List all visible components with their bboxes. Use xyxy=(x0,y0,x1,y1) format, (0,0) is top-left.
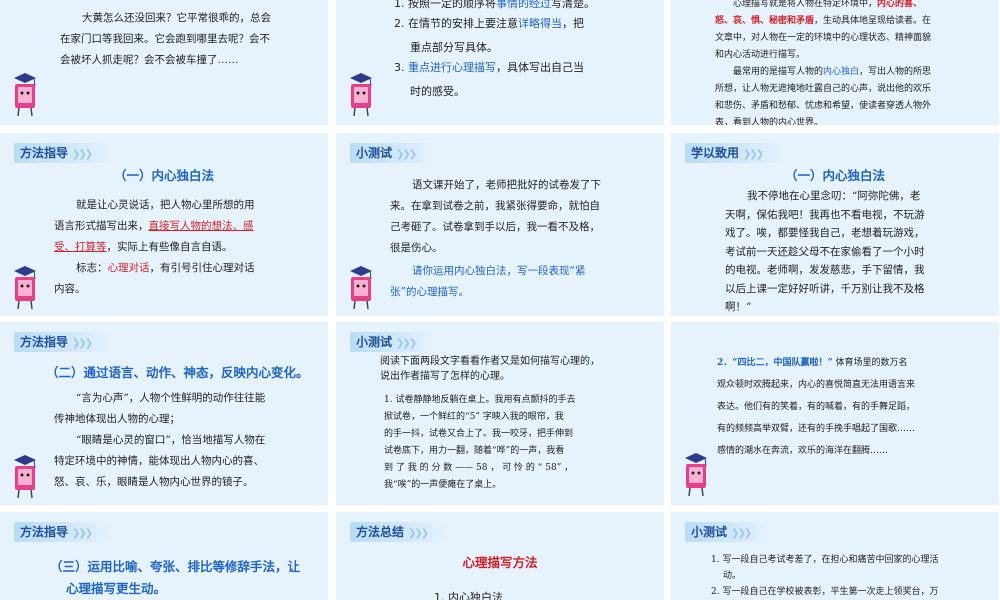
slide-8-text: 1. 试卷静静地反躺在桌上。我用有点颤抖的手去 掀试卷，一个鲜红的“5” 字映入… xyxy=(384,395,576,490)
slide-11[interactable]: 方法总结 ❯❯❯ 心理描写方法 1. 内心独白法 xyxy=(336,512,664,600)
slide-6-text: 我不停地在心里念叨：“阿弥陀佛，老 天啊，保佑我吧！我再也不看电视，不玩游 戏了… xyxy=(725,190,925,313)
slide-2[interactable]: 1. 按照一定的顺序将事情的经过写清楚。 2. 在情节的安排上要注意详略得当，把… xyxy=(336,0,664,125)
book-mascot-icon xyxy=(685,453,707,497)
text-line: 在家门口等我回来。它会跑到哪里去呢？会不 xyxy=(60,33,270,45)
slide-8[interactable]: 小测试 ❯❯❯ 阅读下面两段文字看看作者又是如何描写心理的， 说出作者描写了怎样的… xyxy=(336,322,664,505)
section-tag: 小测试 ❯❯❯ xyxy=(350,332,438,352)
slide-7-text: “言为心声”，人物个性鲜明的动作往往能 传神地体现出人物的心理； “眼睛是心灵的… xyxy=(54,392,266,488)
section-tag: 方法指导 ❯❯❯ xyxy=(14,522,114,542)
book-mascot-icon xyxy=(350,73,372,117)
section-heading: （一）内心独白法 xyxy=(784,168,885,183)
slide-6[interactable]: 学以致用 ❯❯❯ （一）内心独白法 我不停地在心里念叨：“阿弥陀佛，老 天啊，保佑… xyxy=(671,133,999,316)
slide-3-text: 心理描写就是将人物在特定环境中，内心的喜、 怒、哀、惧、秘密和矛盾，生动具体地呈… xyxy=(715,0,932,125)
slide-7[interactable]: 方法指导 ❯❯❯ （二）通过语言、动作、神态，反映内心变化。 “言为心声”，人物个… xyxy=(0,322,328,505)
slide-3[interactable]: 心理描写就是将人物在特定环境中，内心的喜、 怒、哀、惧、秘密和矛盾，生动具体地呈… xyxy=(671,0,999,125)
slide-8-intro: 阅读下面两段文字看看作者又是如何描写心理的， 说出作者描写了怎样的心理。 xyxy=(380,356,600,382)
slide-9-text: 2．“四比二，中国队赢啦！” 体育场里的数万名 观众顿时欢腾起来，内心的喜悦简直… xyxy=(717,358,916,456)
section-tag: 方法指导 ❯❯❯ xyxy=(14,332,114,352)
section-tag: 方法指导 ❯❯❯ xyxy=(14,143,114,163)
book-mascot-icon xyxy=(14,73,36,117)
section-heading: 心理描写方法 xyxy=(462,555,538,570)
list-item-2: 2. 在情节的安排上要注意详略得当，把 重点部分写具体。 xyxy=(394,17,584,54)
book-mascot-icon xyxy=(350,266,372,310)
slide-10[interactable]: 方法指导 ❯❯❯ （三）运用比喻、夸张、排比等修辞手法，让 心理描写更生动。 xyxy=(0,512,328,600)
section-heading: （三）运用比喻、夸张、排比等修辞手法，让 心理描写更生动。 xyxy=(50,559,301,596)
slide-grid: 大黄怎么还没回来？它平常很乖的，总会 在家门口等我回来。它会跑到哪里去呢？会不 … xyxy=(0,0,1000,600)
slide-5[interactable]: 小测试 ❯❯❯ 语文课开始了，老师把批好的试卷发了下 来。在拿到试卷之前，我紧张得… xyxy=(336,133,664,316)
slide-12[interactable]: 小测试 ❯❯❯ 1. 写一段自己考试考差了，在担心和痛苦中回家的心理活 动。 2.… xyxy=(671,512,999,600)
slide-4-text: 就是让心灵说话，把人物心里所想的用 语言形式描写出来，直接写人物的想法、感 受、… xyxy=(54,199,255,295)
slide-12-text: 1. 写一段自己考试考差了，在担心和痛苦中回家的心理活 动。 2. 写一段自己在… xyxy=(711,555,939,597)
section-tag: 学以致用 ❯❯❯ xyxy=(685,143,785,163)
list-item-3: 3. 重点进行心理描写，具体写出自己当 时的感受。 xyxy=(394,61,584,98)
slide-9[interactable]: 2．“四比二，中国队赢啦！” 体育场里的数万名 观众顿时欢腾起来，内心的喜悦简直… xyxy=(671,322,999,505)
section-tag: 小测试 ❯❯❯ xyxy=(350,143,438,163)
slide-1-text: 大黄怎么还没回来？它平常很乖的，总会 在家门口等我回来。它会跑到哪里去呢？会不 … xyxy=(60,8,271,71)
slide-5-text: 语文课开始了，老师把批好的试卷发了下 来。在拿到试卷之前，我紧张得要命，就怕自 … xyxy=(390,179,601,254)
section-tag: 小测试 ❯❯❯ xyxy=(685,522,773,542)
section-heading: （二）通过语言、动作、神态，反映内心变化。 xyxy=(46,365,309,380)
text-line: 会被坏人抓走呢？会不会被车撞了…… xyxy=(60,54,239,66)
list-item-1: 1. 内心独白法 xyxy=(434,591,503,600)
book-mascot-icon xyxy=(14,266,36,310)
text-line: 大黄怎么还没回来？它平常很乖的，总会 xyxy=(82,12,271,24)
slide-4[interactable]: 方法指导 ❯❯❯ （一）内心独白法 就是让心灵说话，把人物心里所想的用 语言形式描… xyxy=(0,133,328,316)
section-heading: （一）内心独白法 xyxy=(113,168,214,183)
section-tag: 方法总结 ❯❯❯ xyxy=(350,522,450,542)
slide-1[interactable]: 大黄怎么还没回来？它平常很乖的，总会 在家门口等我回来。它会跑到哪里去呢？会不 … xyxy=(0,0,328,125)
slide-5-question: 请你运用内心独白法，写一段表现“紧 张”的心理描写。 xyxy=(390,265,586,298)
book-mascot-icon xyxy=(14,455,36,499)
